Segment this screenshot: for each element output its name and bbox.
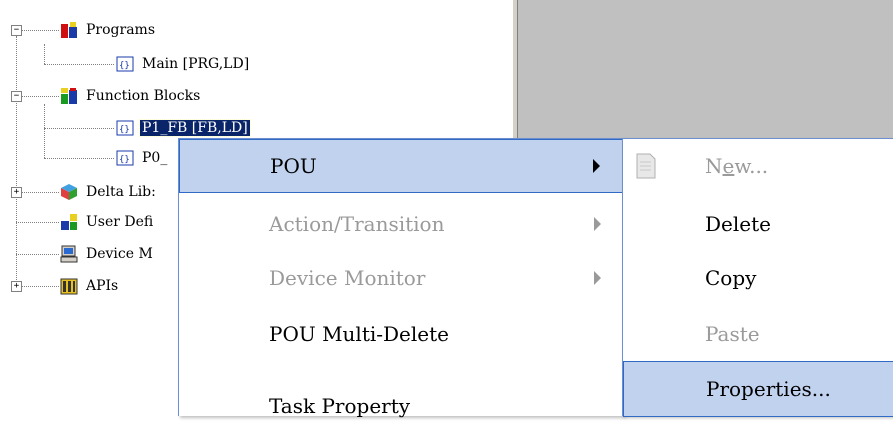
tree-item-main[interactable]: {} Main [PRG,LD]	[116, 52, 251, 76]
expand-toggle[interactable]: +	[11, 187, 22, 198]
menu-item-pou-multi-delete[interactable]: POU Multi-Delete	[179, 307, 623, 361]
tree-item-function-blocks[interactable]: Function Blocks	[60, 84, 202, 108]
expand-toggle[interactable]: +	[11, 281, 22, 292]
tree-line	[16, 222, 59, 223]
monitor-computer-icon	[60, 245, 78, 263]
library-cube-icon	[60, 183, 78, 201]
context-menu: POU Action/Transition Device Monitor POU…	[178, 138, 624, 418]
svg-text:{}: {}	[119, 61, 130, 71]
function-blocks-folder-icon	[60, 87, 78, 105]
apis-book-icon	[60, 277, 78, 295]
tree-line	[44, 158, 114, 159]
tree-item-user-defined[interactable]: User Defi	[60, 210, 155, 234]
collapse-toggle[interactable]: −	[11, 91, 22, 102]
submenu-arrow-icon	[593, 159, 600, 173]
submenu-arrow-icon	[594, 217, 601, 231]
menu-item-copy[interactable]: Copy	[623, 251, 893, 305]
tree-line	[21, 192, 59, 193]
tree-line	[21, 96, 59, 97]
pou-submenu: New... Delete Copy Paste Properties...	[622, 138, 893, 417]
pou-fb-icon: {}	[116, 119, 134, 137]
user-defined-icon	[60, 213, 78, 231]
programs-folder-icon	[60, 21, 78, 39]
menu-item-action-transition[interactable]: Action/Transition	[179, 197, 623, 251]
tree-line	[21, 286, 59, 287]
pou-fb-icon: {}	[116, 149, 134, 167]
tree-item-p1-fb[interactable]: {} P1_FB [FB,LD]	[116, 116, 251, 140]
tree-line	[44, 128, 114, 129]
menu-item-task-property[interactable]: Task Property	[179, 379, 623, 433]
svg-text:{}: {}	[119, 125, 130, 135]
tree-item-p0[interactable]: {} P0_	[116, 146, 169, 170]
menu-item-pou[interactable]: POU	[179, 139, 623, 193]
tree-line	[44, 64, 114, 65]
tree-line	[21, 30, 59, 31]
new-document-icon	[635, 153, 657, 179]
menu-item-delete[interactable]: Delete	[623, 197, 893, 251]
tree-line	[16, 36, 17, 286]
menu-item-device-monitor[interactable]: Device Monitor	[179, 251, 623, 305]
tree-line	[44, 44, 45, 64]
tree-item-delta-lib[interactable]: Delta Lib:	[60, 180, 158, 204]
collapse-toggle[interactable]: −	[11, 25, 22, 36]
tree-item-device-monitor[interactable]: Device M	[60, 242, 155, 266]
menu-item-properties[interactable]: Properties...	[623, 361, 893, 417]
tree-line	[44, 104, 45, 158]
menu-item-new[interactable]: New...	[623, 139, 893, 193]
svg-text:{}: {}	[119, 155, 130, 165]
tree-item-apis[interactable]: APIs	[60, 274, 120, 298]
menu-item-paste[interactable]: Paste	[623, 307, 893, 361]
tree-line	[16, 254, 59, 255]
tree-item-programs[interactable]: Programs	[60, 18, 157, 42]
pou-ld-icon: {}	[116, 55, 134, 73]
submenu-arrow-icon	[594, 271, 601, 285]
